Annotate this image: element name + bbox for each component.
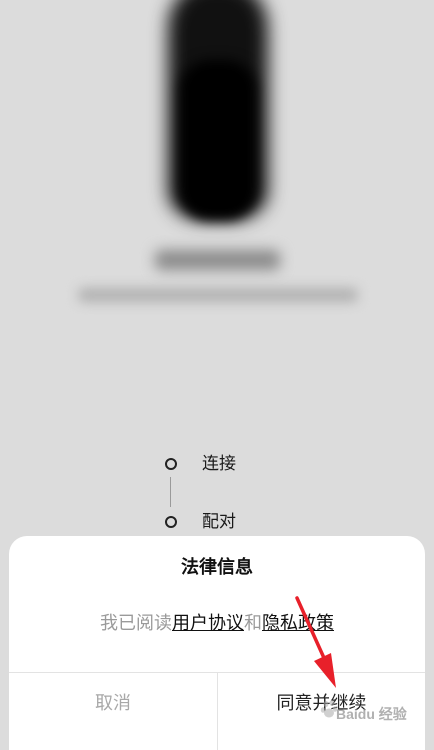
step-connector-line — [170, 477, 171, 507]
baidu-jingyan-watermark: Baidu 经验 — [336, 706, 407, 722]
dialog-body: 我已阅读用户协议和隐私政策 — [9, 612, 425, 636]
pairing-screen: 连接 配对 法律信息 我已阅读用户协议和隐私政策 取消 同意并继续 Baidu … — [0, 0, 434, 750]
step-pair-indicator-icon — [165, 516, 177, 528]
cancel-button[interactable]: 取消 — [9, 673, 217, 735]
dialog-body-conjunction: 和 — [244, 613, 262, 634]
step-connect-indicator-icon — [165, 458, 177, 470]
privacy-policy-link[interactable]: 隐私政策 — [262, 613, 334, 634]
dialog-title: 法律信息 — [181, 557, 253, 578]
dialog-body-prefix: 我已阅读 — [100, 613, 172, 634]
user-agreement-link[interactable]: 用户协议 — [172, 613, 244, 634]
step-pair-label: 配对 — [202, 512, 236, 532]
pairing-steps: 连接 配对 — [0, 0, 434, 540]
step-connect-label: 连接 — [202, 454, 236, 474]
